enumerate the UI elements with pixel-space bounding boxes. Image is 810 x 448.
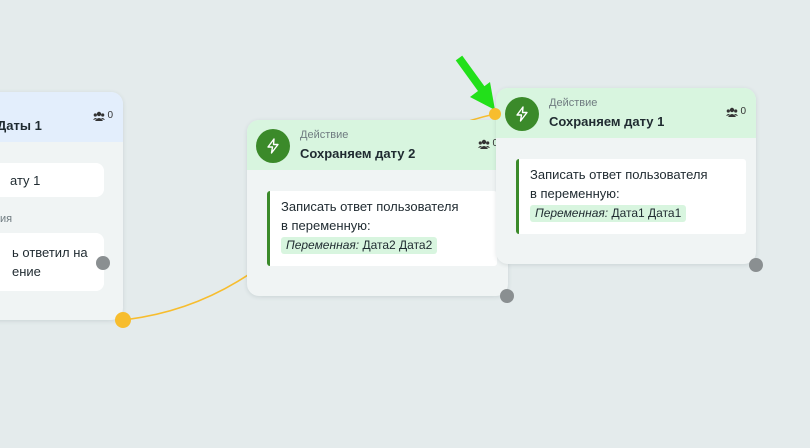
action-icon xyxy=(505,97,539,131)
option-label-line: ение xyxy=(12,264,41,279)
node-counter: 0 xyxy=(726,106,746,117)
action-icon xyxy=(256,129,290,163)
action-text-line: Записать ответ пользователя xyxy=(530,167,708,182)
node-type: Действие xyxy=(549,97,598,109)
node-counter: 0 xyxy=(93,110,113,121)
variable-value: Дата2 Дата2 xyxy=(362,238,433,252)
node-title: Сохраняем дату 2 xyxy=(300,146,416,161)
option-button[interactable]: ь ответил на ение xyxy=(0,233,104,291)
node-save-date-1[interactable]: Действие Сохраняем дату 1 0 Записать отв… xyxy=(496,88,756,264)
node-title: Даты 1 xyxy=(0,118,42,133)
node-header: Даты 1 0 xyxy=(0,92,123,142)
section-label: ия xyxy=(0,213,13,225)
output-port[interactable] xyxy=(500,289,514,303)
action-card[interactable]: Записать ответ пользователя в переменную… xyxy=(516,159,746,234)
output-port[interactable] xyxy=(96,256,110,270)
variable-label: Переменная: xyxy=(286,238,360,252)
green-arrow-icon xyxy=(455,55,495,110)
node-title: Сохраняем дату 1 xyxy=(549,114,665,129)
users-icon xyxy=(478,139,491,149)
counter-value: 0 xyxy=(107,110,113,121)
variable-chip: Переменная: Дата1 Дата1 xyxy=(530,205,687,222)
option-label-line: ь ответил на xyxy=(12,245,88,260)
action-text-line: Записать ответ пользователя xyxy=(281,199,459,214)
action-text-line: в переменную: xyxy=(281,218,371,233)
option-button[interactable]: ату 1 xyxy=(0,163,104,197)
node-date-1-partial[interactable]: Даты 1 0 ату 1 ия ь ответил на ение xyxy=(0,92,123,320)
users-icon xyxy=(93,111,106,121)
output-port-connected[interactable] xyxy=(115,312,131,328)
counter-value: 0 xyxy=(740,106,746,117)
node-header: Действие Сохраняем дату 1 0 xyxy=(496,88,756,138)
node-save-date-2[interactable]: Действие Сохраняем дату 2 0 Записать отв… xyxy=(247,120,508,296)
action-text-line: в переменную: xyxy=(530,186,620,201)
lightning-bolt-icon xyxy=(516,106,528,122)
output-port[interactable] xyxy=(749,258,763,272)
lightning-bolt-icon xyxy=(267,138,279,154)
users-icon xyxy=(726,107,739,117)
variable-label: Переменная: xyxy=(535,206,609,220)
input-port-connected[interactable] xyxy=(489,108,501,120)
variable-chip: Переменная: Дата2 Дата2 xyxy=(281,237,438,254)
flow-canvas[interactable]: Даты 1 0 ату 1 ия ь ответил на ение Дейс… xyxy=(0,0,810,448)
action-card[interactable]: Записать ответ пользователя в переменную… xyxy=(267,191,497,266)
variable-value: Дата1 Дата1 xyxy=(611,206,682,220)
node-header: Действие Сохраняем дату 2 0 xyxy=(247,120,508,170)
node-type: Действие xyxy=(300,129,349,141)
option-label: ату 1 xyxy=(10,173,41,188)
